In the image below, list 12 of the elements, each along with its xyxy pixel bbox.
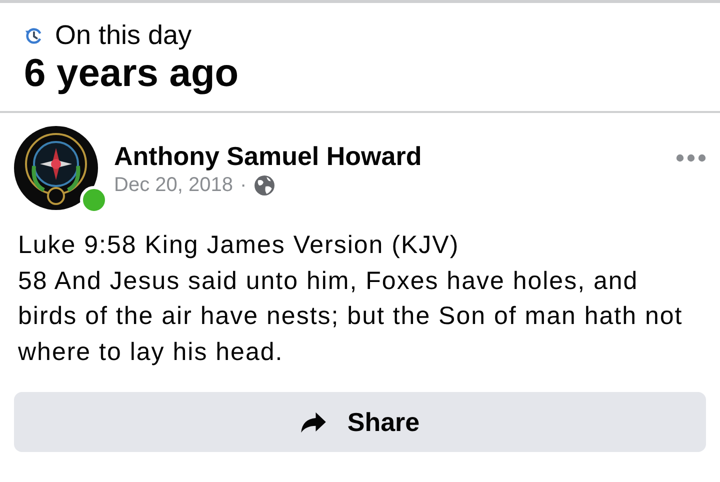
post-text: 58 And Jesus said unto him, Foxes have holes, and birds of the air have nests; but the Son of man hath not where to lay his head. — [18, 266, 684, 368]
post-text: Luke 9:58 King James Version (KJV) — [18, 230, 460, 261]
author-name[interactable]: Anthony Samuel Howard — [114, 142, 676, 170]
share-button[interactable]: Share — [14, 392, 706, 452]
memory-label: On this day — [55, 20, 192, 50]
separator-dot: · — [240, 173, 247, 197]
more-icon — [676, 154, 706, 162]
more-options-button[interactable] — [676, 154, 706, 162]
history-icon — [24, 26, 43, 44]
memory-title: 6 years ago — [24, 52, 240, 96]
globe-icon — [254, 174, 275, 196]
share-icon — [300, 410, 328, 434]
